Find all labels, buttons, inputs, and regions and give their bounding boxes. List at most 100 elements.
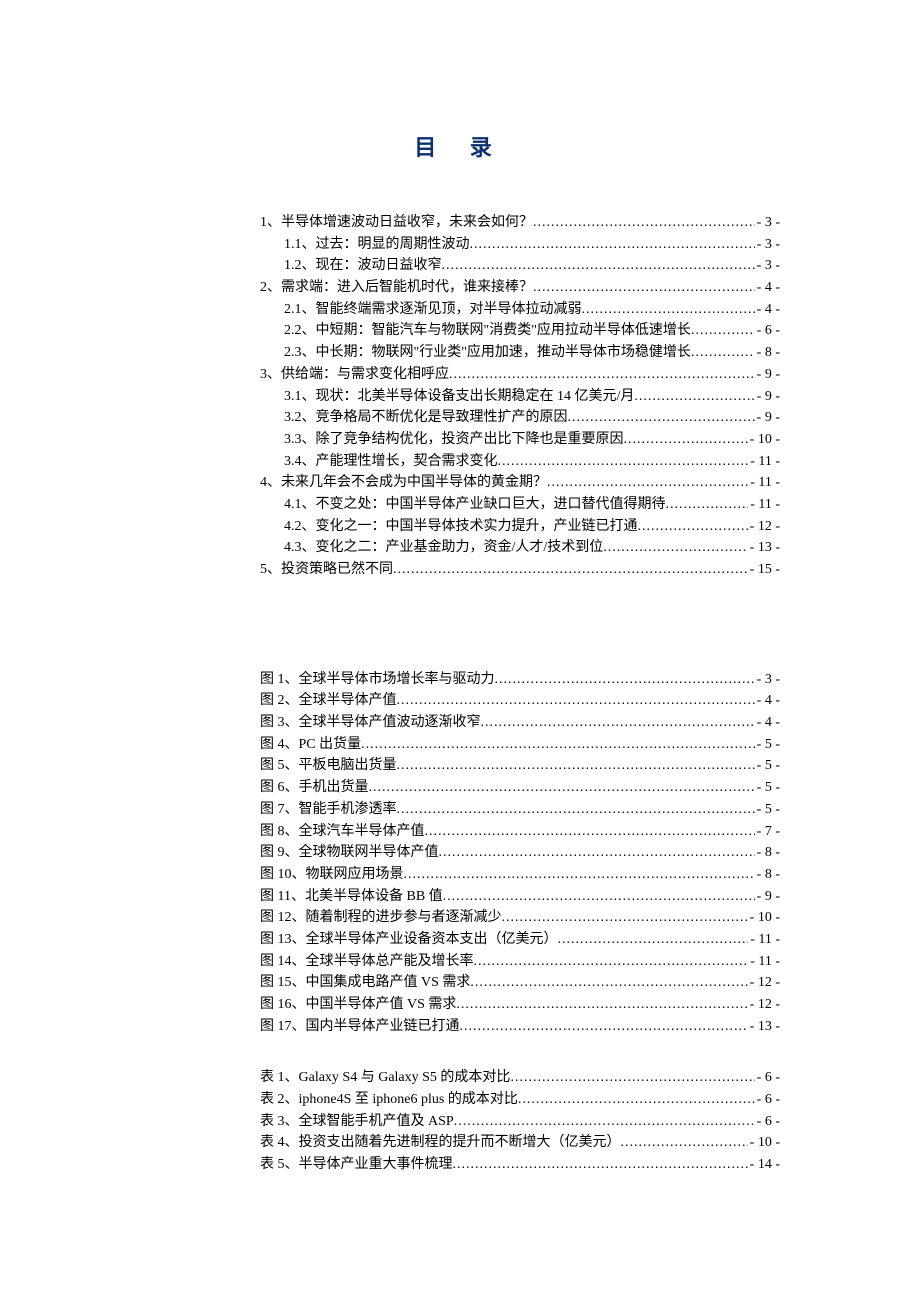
- toc-entry-page: - 3 -: [755, 669, 780, 691]
- toc-entry-label: 表 5、半导体产业重大事件梳理: [260, 1154, 453, 1176]
- toc-entry-label: 5、投资策略已然不同: [260, 559, 393, 581]
- toc-entry: 3、供给端：与需求变化相呼应 - 9 -: [260, 364, 780, 386]
- toc-entry-page: - 15 -: [748, 559, 780, 581]
- page-title: 目 录: [100, 130, 820, 162]
- toc-dots: [397, 755, 755, 769]
- toc-entry: 4.2、变化之一：中国半导体技术实力提升，产业链已打通 - 12 -: [260, 516, 780, 538]
- toc-entry: 图 1、全球半导体市场增长率与驱动力 - 3 -: [260, 669, 780, 691]
- toc-entry-page: - 12 -: [748, 994, 780, 1016]
- toc-entry-page: - 11 -: [748, 951, 780, 973]
- toc-entry-page: - 10 -: [748, 1132, 780, 1154]
- toc-entry: 图 15、中国集成电路产值 VS 需求 - 12 -: [260, 972, 780, 994]
- toc-entry: 5、投资策略已然不同 - 15 -: [260, 559, 780, 581]
- toc-entry-label: 4.3、变化之二：产业基金助力，资金/人才/技术到位: [284, 537, 603, 559]
- toc-entry-label: 3、供给端：与需求变化相呼应: [260, 364, 449, 386]
- toc-entry-page: - 10 -: [748, 907, 780, 929]
- toc-dots: [502, 907, 748, 921]
- toc-entry-page: - 11 -: [748, 929, 780, 951]
- toc-entry: 图 14、全球半导体总产能及增长率 - 11 -: [260, 951, 780, 973]
- toc-entry-page: - 5 -: [755, 799, 780, 821]
- toc-entry: 图 7、智能手机渗透率 - 5 -: [260, 799, 780, 821]
- toc-entry-page: - 5 -: [755, 734, 780, 756]
- toc-entry-page: - 5 -: [755, 755, 780, 777]
- toc-dots: [518, 1089, 755, 1103]
- toc-entry-label: 图 4、PC 出货量: [260, 734, 361, 756]
- toc-entry: 2、需求端：进入后智能机时代，谁来接棒？ - 4 -: [260, 277, 780, 299]
- toc-entry-page: - 12 -: [748, 972, 780, 994]
- toc-entry-page: - 6 -: [755, 1067, 780, 1089]
- toc-entry-label: 图 15、中国集成电路产值 VS 需求: [260, 972, 470, 994]
- toc-entry: 4.1、不变之处：中国半导体产业缺口巨大，进口替代值得期待 - 11 -: [260, 494, 780, 516]
- toc-entry-label: 3.2、竞争格局不断优化是导致理性扩产的原因: [284, 407, 568, 429]
- toc-dots: [495, 669, 755, 683]
- toc-entry-label: 图 2、全球半导体产值: [260, 690, 397, 712]
- toc-dots: [621, 1132, 748, 1146]
- toc-entry: 3.3、除了竞争结构优化，投资产出比下降也是重要原因 - 10 -: [260, 429, 780, 451]
- toc-entry-label: 图 13、全球半导体产业设备资本支出（亿美元）: [260, 929, 558, 951]
- toc-entry-label: 图 11、北美半导体设备 BB 值: [260, 886, 443, 908]
- toc-entry-label: 图 12、随着制程的进步参与者逐渐减少: [260, 907, 502, 929]
- toc-entry: 3.2、竞争格局不断优化是导致理性扩产的原因 - 9 -: [260, 407, 780, 429]
- toc-entry-label: 图 7、智能手机渗透率: [260, 799, 397, 821]
- toc-dots: [603, 537, 747, 551]
- toc-dots: [397, 690, 755, 704]
- toc-dots: [460, 1016, 748, 1030]
- toc-entry-label: 2.2、中短期：智能汽车与物联网"消费类"应用拉动半导体低速增长: [284, 320, 691, 342]
- toc-entry-label: 图 8、全球汽车半导体产值: [260, 821, 425, 843]
- toc-dots: [547, 472, 748, 486]
- toc-entry-label: 表 3、全球智能手机产值及 ASP: [260, 1111, 454, 1133]
- toc-entry: 2.3、中长期：物联网"行业类"应用加速，推动半导体市场稳健增长 - 8 -: [260, 342, 780, 364]
- toc-entry-page: - 14 -: [748, 1154, 780, 1176]
- toc-entry-label: 图 1、全球半导体市场增长率与驱动力: [260, 669, 495, 691]
- toc-dots: [481, 712, 755, 726]
- toc-dots: [533, 212, 755, 226]
- toc-entry-page: - 12 -: [748, 516, 780, 538]
- toc-dots: [442, 255, 755, 269]
- toc-entry: 图 8、全球汽车半导体产值 - 7 -: [260, 821, 780, 843]
- toc-entry-label: 4.1、不变之处：中国半导体产业缺口巨大，进口替代值得期待: [284, 494, 666, 516]
- toc-entry-label: 3.3、除了竞争结构优化，投资产出比下降也是重要原因: [284, 429, 624, 451]
- toc-entry-page: - 4 -: [755, 299, 780, 321]
- toc-entry-label: 表 2、iphone4S 至 iphone6 plus 的成本对比: [260, 1089, 518, 1111]
- toc-dots: [634, 386, 754, 400]
- toc-entry-label: 图 9、全球物联网半导体产值: [260, 842, 439, 864]
- toc-entry-label: 1、半导体增速波动日益收窄，未来会如何？: [260, 212, 533, 234]
- toc-dots: [449, 364, 755, 378]
- toc-tables-list: 表 1、Galaxy S4 与 Galaxy S5 的成本对比 - 6 -表 2…: [260, 1067, 780, 1175]
- toc-dots: [691, 320, 755, 334]
- toc-dots: [568, 407, 755, 421]
- toc-entry: 图 16、中国半导体产值 VS 需求 - 12 -: [260, 994, 780, 1016]
- toc-entry: 3.4、产能理性增长，契合需求变化 - 11 -: [260, 451, 780, 473]
- toc-dots: [404, 864, 755, 878]
- toc-entry-label: 图 17、国内半导体产业链已打通: [260, 1016, 460, 1038]
- toc-entry-page: - 3 -: [755, 234, 780, 256]
- toc-dots: [361, 734, 755, 748]
- toc-entry-page: - 8 -: [755, 342, 780, 364]
- toc-dots: [624, 429, 748, 443]
- toc-entry-label: 图 10、物联网应用场景: [260, 864, 404, 886]
- toc-entry: 1.1、过去：明显的周期性波动 - 3 -: [260, 234, 780, 256]
- toc-entry: 图 10、物联网应用场景 - 8 -: [260, 864, 780, 886]
- toc-figures-list: 图 1、全球半导体市场增长率与驱动力 - 3 -图 2、全球半导体产值 - 4 …: [260, 669, 780, 1038]
- toc-entry: 1.2、现在：波动日益收窄 - 3 -: [260, 255, 780, 277]
- toc-entry: 图 4、PC 出货量 - 5 -: [260, 734, 780, 756]
- toc-entry-page: - 5 -: [755, 777, 780, 799]
- toc-dots: [474, 951, 749, 965]
- toc-entry-label: 2、需求端：进入后智能机时代，谁来接棒？: [260, 277, 533, 299]
- toc-entry-page: - 9 -: [755, 364, 780, 386]
- toc-entry: 表 5、半导体产业重大事件梳理 - 14 -: [260, 1154, 780, 1176]
- toc-entry-page: - 6 -: [755, 1111, 780, 1133]
- toc-entry-label: 表 1、Galaxy S4 与 Galaxy S5 的成本对比: [260, 1067, 510, 1089]
- toc-entry: 图 2、全球半导体产值 - 4 -: [260, 690, 780, 712]
- toc-entry-page: - 10 -: [748, 429, 780, 451]
- toc-entry: 图 5、平板电脑出货量 - 5 -: [260, 755, 780, 777]
- toc-entry-label: 图 5、平板电脑出货量: [260, 755, 397, 777]
- toc-entry-label: 图 6、手机出货量: [260, 777, 369, 799]
- toc-entry-page: - 9 -: [755, 386, 780, 408]
- toc-entry: 表 1、Galaxy S4 与 Galaxy S5 的成本对比 - 6 -: [260, 1067, 780, 1089]
- toc-dots: [638, 516, 748, 530]
- toc-entry-label: 图 3、全球半导体产值波动逐渐收窄: [260, 712, 481, 734]
- toc-entry-label: 图 14、全球半导体总产能及增长率: [260, 951, 474, 973]
- toc-dots: [397, 799, 755, 813]
- toc-entry-page: - 8 -: [755, 864, 780, 886]
